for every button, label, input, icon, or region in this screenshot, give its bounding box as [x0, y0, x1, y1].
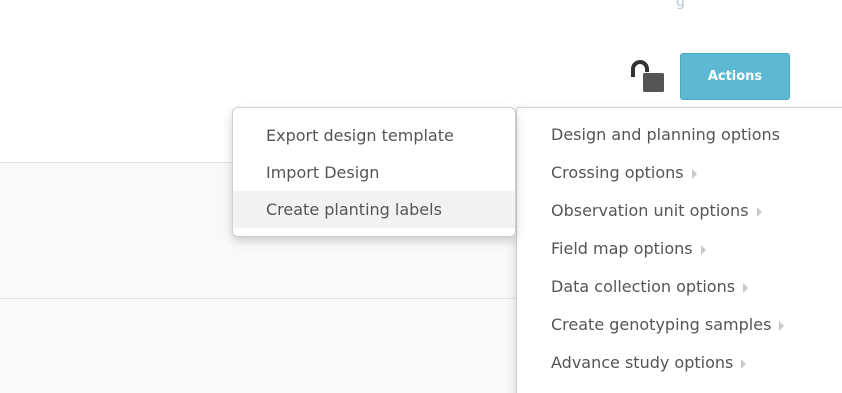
- content-divider: [0, 298, 518, 299]
- actions-button[interactable]: Actions: [680, 53, 790, 100]
- submenu-item-create-planting-labels[interactable]: Create planting labels: [233, 191, 515, 228]
- menu-item-crossing-options[interactable]: Crossing options: [517, 153, 842, 191]
- menu-item-label: Advance study options: [551, 352, 734, 372]
- menu-item-data-collection-options[interactable]: Data collection options: [517, 267, 842, 305]
- menu-item-design-and-planning-options[interactable]: Design and planning options: [517, 115, 842, 153]
- menu-item-label: Observation unit options: [551, 200, 749, 220]
- submenu-item-label: Create planting labels: [266, 200, 442, 219]
- menu-item-label: Field map options: [551, 238, 693, 258]
- unlocked-padlock-icon[interactable]: [627, 59, 667, 95]
- caret-right-icon: [691, 169, 697, 179]
- menu-item-label: Crossing options: [551, 162, 684, 182]
- submenu-item-import-design[interactable]: Import Design: [233, 154, 515, 191]
- menu-item-observation-unit-options[interactable]: Observation unit options: [517, 191, 842, 229]
- menu-item-field-map-options[interactable]: Field map options: [517, 229, 842, 267]
- design-options-submenu: Export design template Import Design Cre…: [232, 107, 516, 237]
- page: g Actions Design and planning options Cr…: [0, 0, 842, 393]
- caret-right-icon: [741, 359, 747, 369]
- caret-right-icon: [700, 245, 706, 255]
- submenu-item-export-design-template[interactable]: Export design template: [233, 117, 515, 154]
- caret-right-icon: [779, 321, 785, 331]
- submenu-item-label: Import Design: [266, 163, 380, 182]
- menu-item-label: Create genotyping samples: [551, 314, 772, 334]
- submenu-item-label: Export design template: [266, 126, 454, 145]
- caret-right-icon: [756, 207, 762, 217]
- clipped-header-text: g: [676, 0, 685, 10]
- actions-dropdown-menu: Design and planning options Crossing opt…: [516, 107, 842, 393]
- menu-item-label: Data collection options: [551, 276, 736, 296]
- menu-item-create-genotyping-samples[interactable]: Create genotyping samples: [517, 305, 842, 343]
- menu-item-label: Design and planning options: [551, 124, 780, 144]
- caret-right-icon: [743, 283, 749, 293]
- menu-item-advance-study-options[interactable]: Advance study options: [517, 343, 842, 381]
